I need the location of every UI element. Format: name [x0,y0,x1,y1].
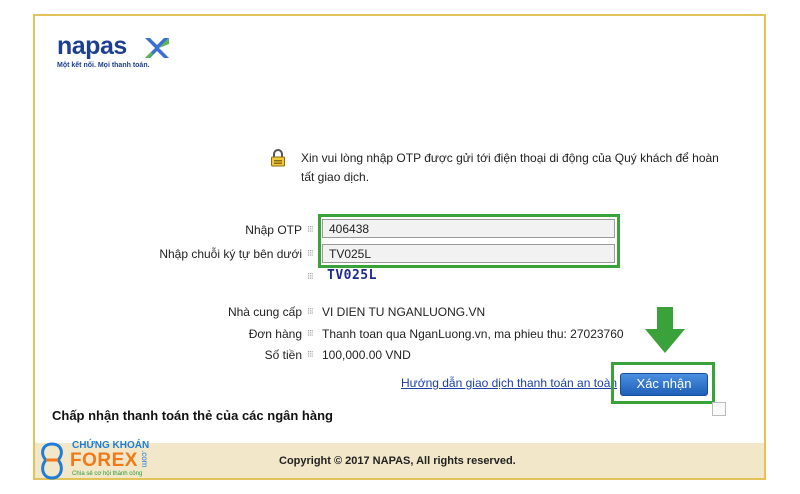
confirm-button[interactable]: Xác nhận [620,373,708,396]
logo-wordmark: napas [57,32,127,60]
separator-icon: ⁝⁝⁝ [307,224,314,234]
separator-icon: ⁝⁝⁝ [307,248,314,258]
provider-label: Nhà cung cấp [227,305,302,319]
copyright-text: Copyright © 2017 NAPAS, All rights reser… [279,455,516,467]
order-value: Thanh toan qua NganLuong.vn, ma phieu th… [322,327,624,341]
watermark-line2: FOREX [70,450,138,471]
otp-input[interactable] [322,219,615,238]
otp-label: Nhập OTP [245,223,302,237]
amount-value: 100,000.00 VND [322,348,411,362]
separator-icon: ⁝⁝⁝ [307,271,314,281]
provider-value: VI DIEN TU NGANLUONG.VN [322,305,486,319]
lock-icon [271,149,285,167]
watermark-suffix: .com [140,450,149,468]
watermark-logo: CHỨNG KHOÁN FOREX Chìa sẻ cơ hội thành c… [36,440,150,482]
amount-label: Số tiền [264,348,302,362]
separator-icon: ⁝⁝⁝ [307,306,314,316]
logo-x-icon [145,38,169,58]
logo-tagline: Một kết nối. Mọi thanh toán. [57,62,150,69]
napas-logo: napas Một kết nối. Mọi thanh toán. [57,32,169,69]
arrow-down-icon [645,307,685,353]
separator-icon: ⁝⁝⁝ [307,328,314,338]
broken-image-icon [712,402,726,416]
watermark-emblem-icon [41,442,63,480]
captcha-image-text: TV025L [327,268,377,283]
order-label: Đơn hàng [248,327,302,341]
separator-icon: ⁝⁝⁝ [307,349,314,359]
captcha-input[interactable] [322,244,615,263]
accepted-banks-title: Chấp nhận thanh toán thẻ của các ngân hà… [52,408,333,423]
captcha-label: Nhập chuỗi ký tự bên dưới [159,247,302,261]
otp-instruction: Xin vui lòng nhập OTP được gửi tới điện … [301,151,719,184]
safe-payment-guide-link[interactable]: Hướng dẫn giao dịch thanh toán an toàn [401,376,617,390]
watermark-line3: Chìa sẻ cơ hội thành công [72,471,143,477]
